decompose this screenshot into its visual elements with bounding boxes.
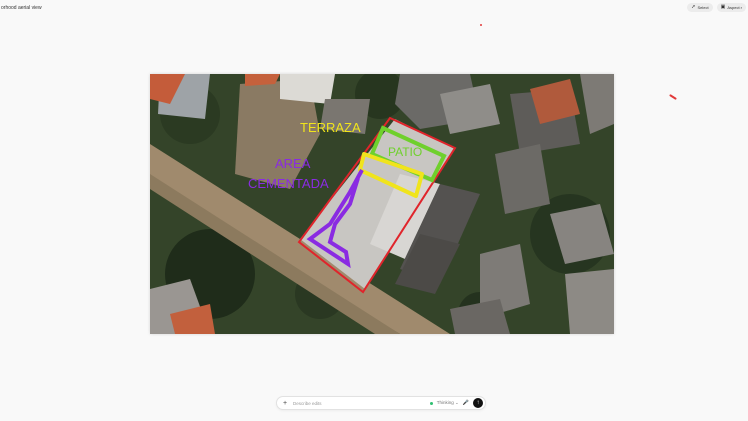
pen-cursor-mark bbox=[669, 94, 677, 100]
select-button[interactable]: ➚ Select bbox=[687, 3, 713, 12]
aspect-ratio-label: Aspect r bbox=[727, 5, 742, 10]
top-bar: orhood aerial view ➚ Select ▣ Aspect r bbox=[0, 0, 748, 15]
label-area: AREA bbox=[275, 156, 311, 171]
label-terraza: TERRAZA bbox=[300, 120, 361, 135]
aspect-ratio-icon: ▣ bbox=[720, 4, 726, 10]
mic-icon[interactable]: 🎤 bbox=[463, 400, 469, 406]
model-label: Thinking bbox=[436, 400, 454, 405]
top-actions: ➚ Select ▣ Aspect r bbox=[687, 3, 748, 12]
arrow-up-icon: ↑ bbox=[476, 400, 480, 406]
select-label: Select bbox=[697, 5, 709, 10]
describe-edits-input[interactable] bbox=[290, 400, 430, 406]
send-button[interactable]: ↑ bbox=[473, 398, 483, 408]
label-cementada: CEMENTADA bbox=[248, 176, 329, 191]
red-dot-marker bbox=[480, 24, 482, 26]
aerial-photo-svg: TERRAZA PATIO AREA CEMENTADA bbox=[150, 74, 614, 334]
cursor-icon: ➚ bbox=[691, 4, 696, 10]
status-dot bbox=[429, 401, 433, 405]
aspect-ratio-button[interactable]: ▣ Aspect r bbox=[716, 3, 746, 12]
plus-icon[interactable]: + bbox=[280, 400, 290, 407]
model-select[interactable]: Thinking ⌄ bbox=[437, 400, 459, 406]
prompt-bar: + Thinking ⌄ 🎤 ↑ bbox=[276, 396, 486, 410]
document-title: orhood aerial view bbox=[1, 4, 42, 11]
aerial-image[interactable]: TERRAZA PATIO AREA CEMENTADA bbox=[150, 74, 614, 334]
label-patio: PATIO bbox=[388, 145, 422, 159]
